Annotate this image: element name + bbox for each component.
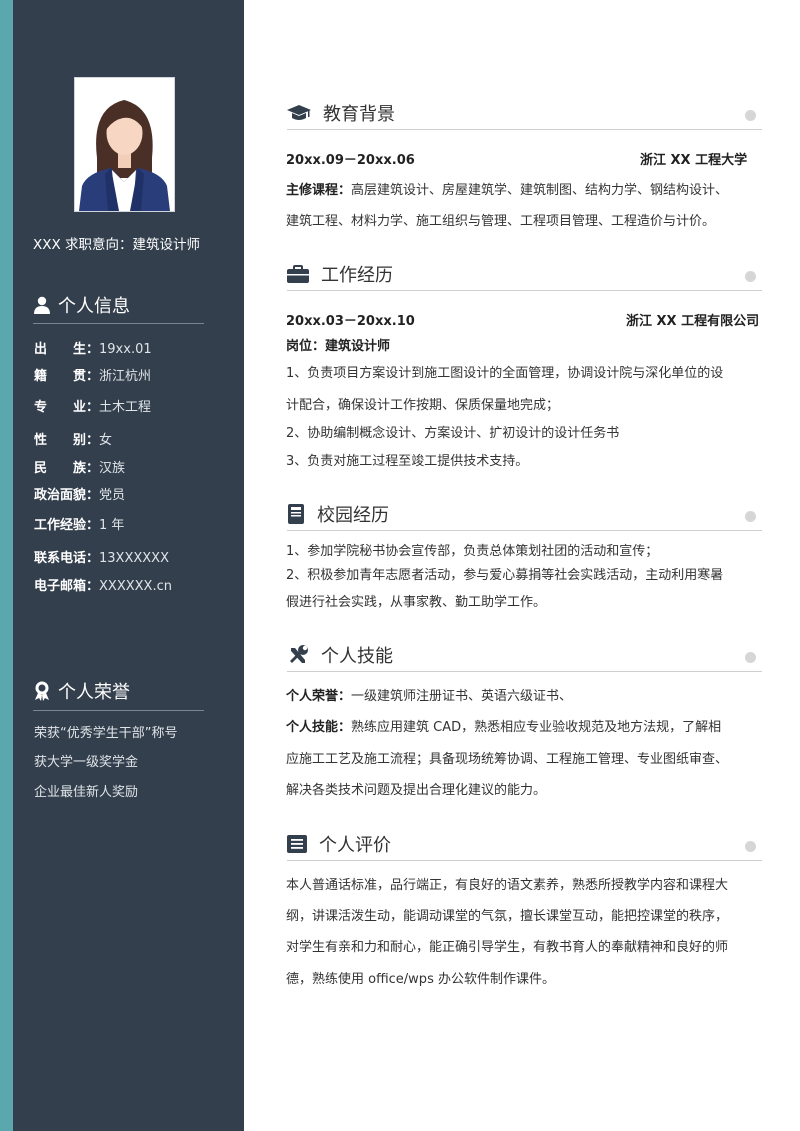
info-label: 专 业： bbox=[34, 400, 100, 415]
info-email: 电子邮箱：XXXXXX.cn bbox=[34, 575, 172, 594]
medal-icon bbox=[35, 681, 49, 701]
honors-text: 一级建筑师注册证书、英语六级证书、 bbox=[351, 689, 573, 704]
job-objective: XXX 求职意向：建筑设计师 bbox=[33, 237, 201, 253]
education-school: 浙江 XX 工程大学 bbox=[640, 153, 748, 168]
skills-label: 个人技能： bbox=[286, 720, 352, 735]
section-dot bbox=[745, 652, 756, 663]
skills-detail-cont: 应施工工艺及施工流程；具备现场统筹协调、工程施工管理、专业图纸审查、 bbox=[286, 752, 729, 767]
courses-text: 高层建筑设计、房屋建筑学、建筑制图、结构力学、钢结构设计、 bbox=[351, 183, 729, 198]
divider bbox=[287, 530, 762, 531]
info-gender: 性 别：女 bbox=[34, 429, 112, 448]
divider bbox=[287, 290, 762, 291]
work-company: 浙江 XX 工程有限公司 bbox=[626, 314, 760, 329]
section-dot bbox=[745, 271, 756, 282]
info-major: 专 业：土木工程 bbox=[34, 396, 151, 415]
list-icon bbox=[287, 835, 307, 853]
work-duty: 2、协助编制概念设计、方案设计、扩初设计的设计任务书 bbox=[286, 426, 620, 441]
divider bbox=[33, 710, 204, 711]
info-label: 工作经验： bbox=[34, 518, 100, 533]
honor-item: 荣获“优秀学生干部”称号 bbox=[34, 726, 178, 741]
info-value: 汉族 bbox=[99, 461, 126, 476]
info-value: 浙江杭州 bbox=[99, 369, 152, 384]
skills-title: 个人技能 bbox=[321, 646, 393, 667]
skills-heading: 个人技能 bbox=[287, 642, 393, 668]
graduation-cap-icon bbox=[287, 105, 311, 120]
info-birth: 出 生：19xx.01 bbox=[34, 338, 152, 357]
work-duty: 3、负责对施工过程至竣工提供技术支持。 bbox=[286, 454, 529, 469]
evaluation-line: 本人普通话标准，品行端正，有良好的语文素养，熟悉所授教学内容和课程大 bbox=[286, 878, 729, 893]
skills-honors: 个人荣誉：一级建筑师注册证书、英语六级证书、 bbox=[286, 685, 572, 704]
briefcase-icon bbox=[287, 265, 309, 283]
tools-icon bbox=[290, 645, 308, 663]
campus-title: 校园经历 bbox=[317, 505, 389, 526]
honors-label: 个人荣誉： bbox=[286, 689, 352, 704]
divider bbox=[287, 860, 762, 861]
divider bbox=[33, 323, 204, 324]
skills-text: 熟练应用建筑 CAD，熟悉相应专业验收规范及地方法规，了解相 bbox=[351, 720, 722, 735]
evaluation-line: 德，熟练使用 office/wps 办公软件制作课件。 bbox=[286, 972, 555, 987]
campus-item: 1、参加学院秘书协会宣传部，负责总体策划社团的活动和宣传； bbox=[286, 544, 659, 559]
honor-item: 获大学一级奖学金 bbox=[34, 755, 139, 770]
info-value: 女 bbox=[99, 433, 113, 448]
work-period: 20xx.03－20xx.10 bbox=[286, 314, 415, 329]
education-courses-cont: 建筑工程、材料力学、施工组织与管理、工程项目管理、工程造价与计价。 bbox=[286, 214, 716, 229]
info-value: 19xx.01 bbox=[99, 342, 152, 357]
info-value: 党员 bbox=[99, 488, 126, 503]
person-icon bbox=[34, 296, 50, 314]
honor-item: 企业最佳新人奖励 bbox=[34, 785, 139, 800]
info-label: 政治面貌： bbox=[34, 488, 100, 503]
skills-detail: 个人技能：熟练应用建筑 CAD，熟悉相应专业验收规范及地方法规，了解相 bbox=[286, 716, 721, 735]
info-label: 籍 贯： bbox=[34, 369, 100, 384]
info-ethnicity: 民 族：汉族 bbox=[34, 457, 125, 476]
divider bbox=[287, 129, 762, 130]
section-dot bbox=[745, 511, 756, 522]
info-value: XXXXXX.cn bbox=[99, 579, 172, 594]
work-heading: 工作经历 bbox=[287, 261, 393, 287]
section-dot bbox=[745, 841, 756, 852]
info-political: 政治面貌：党员 bbox=[34, 484, 125, 503]
campus-item: 2、积极参加青年志愿者活动，参与爱心募捐等社会实践活动，主动利用寒暑 bbox=[286, 568, 724, 583]
campus-heading: 校园经历 bbox=[287, 501, 389, 527]
info-label: 性 别： bbox=[34, 433, 100, 448]
evaluation-heading: 个人评价 bbox=[287, 831, 391, 857]
profile-photo bbox=[74, 77, 175, 212]
courses-label: 主修课程： bbox=[286, 183, 352, 198]
info-label: 出 生： bbox=[34, 342, 100, 357]
work-position: 岗位：建筑设计师 bbox=[286, 339, 391, 354]
work-title: 工作经历 bbox=[321, 265, 393, 286]
info-value: 土木工程 bbox=[99, 400, 152, 415]
avatar bbox=[75, 78, 174, 211]
accent-bar bbox=[0, 0, 13, 1131]
work-duty: 计配合，确保设计工作按期、保质保量地完成； bbox=[286, 398, 560, 413]
info-hometown: 籍 贯：浙江杭州 bbox=[34, 365, 151, 384]
evaluation-line: 对学生有亲和力和耐心，能正确引导学生，有教书育人的奉献精神和良好的师 bbox=[286, 940, 729, 955]
info-experience: 工作经验：1 年 bbox=[34, 514, 124, 533]
info-label: 民 族： bbox=[34, 461, 100, 476]
education-title: 教育背景 bbox=[323, 104, 395, 125]
sidebar: XXX 求职意向：建筑设计师 个人信息 出 生：19xx.01 籍 贯：浙江杭州… bbox=[13, 0, 244, 1131]
evaluation-title: 个人评价 bbox=[319, 835, 391, 856]
honors-title: 个人荣誉 bbox=[58, 682, 130, 703]
info-label: 联系电话： bbox=[34, 551, 100, 566]
education-courses: 主修课程：高层建筑设计、房屋建筑学、建筑制图、结构力学、钢结构设计、 bbox=[286, 179, 728, 198]
personal-info-heading: 个人信息 bbox=[34, 292, 130, 318]
honors-heading: 个人荣誉 bbox=[34, 678, 130, 704]
education-period: 20xx.09－20xx.06 bbox=[286, 153, 415, 168]
info-value: 1 年 bbox=[99, 518, 125, 533]
evaluation-line: 纲，讲课活泼生动，能调动课堂的气氛，擅长课堂互动，能把控课堂的秩序， bbox=[286, 909, 729, 924]
personal-info-title: 个人信息 bbox=[58, 296, 130, 317]
info-phone: 联系电话：13XXXXXX bbox=[34, 547, 169, 566]
work-duty: 1、负责项目方案设计到施工图设计的全面管理，协调设计院与深化单位的设 bbox=[286, 366, 724, 381]
book-icon bbox=[288, 504, 304, 524]
education-heading: 教育背景 bbox=[287, 100, 395, 126]
divider bbox=[287, 671, 762, 672]
info-label: 电子邮箱： bbox=[34, 579, 100, 594]
section-dot bbox=[745, 110, 756, 121]
skills-detail-cont: 解决各类技术问题及提出合理化建议的能力。 bbox=[286, 783, 547, 798]
campus-item: 假进行社会实践，从事家教、勤工助学工作。 bbox=[286, 595, 547, 610]
info-value: 13XXXXXX bbox=[99, 551, 169, 566]
